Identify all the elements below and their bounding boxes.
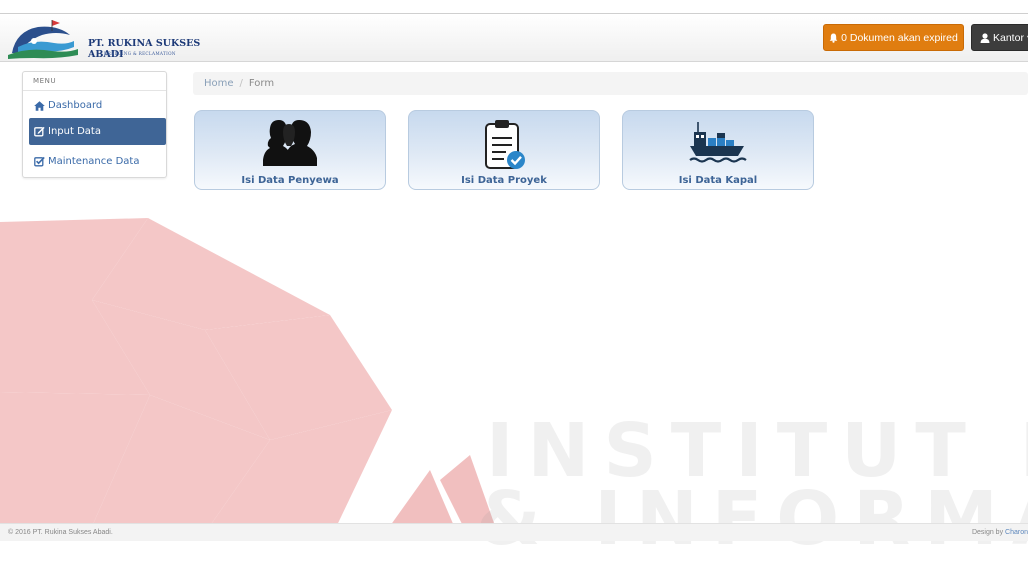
sidebar-item-label: Dashboard — [48, 100, 103, 111]
tile-isi-data-kapal[interactable]: Isi Data Kapal — [622, 110, 814, 190]
sidebar-item-label: Input Data — [48, 126, 101, 137]
top-navbar: PT. RUKINA SUKSES ABADI DREDGING & RECLA… — [0, 13, 1028, 62]
clipboard-check-icon — [485, 120, 525, 169]
footer: © 2016 PT. Rukina Sukses Abadi. Design b… — [0, 523, 1028, 541]
menu-title: MENU — [33, 77, 57, 85]
breadcrumb: Home / Form — [193, 72, 1028, 95]
breadcrumb-current: Form — [248, 78, 275, 89]
sidebar-item-input-data[interactable]: Input Data — [29, 118, 166, 145]
watermark-text-line2: & INFORMATIKA — [476, 476, 1028, 562]
sidebar-menu: MENU Dashboard Input Data Maintenance Da… — [22, 71, 167, 178]
breadcrumb-separator: / — [239, 78, 243, 89]
brand-name: PT. RUKINA SUKSES ABADI — [88, 38, 201, 60]
tile-isi-data-proyek[interactable]: Isi Data Proyek — [408, 110, 600, 190]
expired-documents-label: 0 Dokumen akan expired — [841, 31, 958, 44]
users-icon — [263, 120, 317, 166]
sidebar-item-maintenance-data[interactable]: Maintenance Data — [29, 148, 166, 175]
brand-tagline: DREDGING & RECLAMATION — [104, 51, 176, 56]
cargo-ship-icon — [689, 122, 747, 163]
tile-isi-data-penyewa[interactable]: Isi Data Penyewa — [194, 110, 386, 190]
home-icon — [34, 100, 45, 111]
company-logo-icon — [8, 20, 78, 59]
tile-label: Isi Data Proyek — [461, 175, 547, 186]
tile-label: Isi Data Penyewa — [241, 175, 339, 186]
bell-icon — [829, 33, 838, 43]
check-square-icon — [34, 156, 45, 167]
footer-copyright: © 2016 PT. Rukina Sukses Abadi. — [8, 529, 113, 536]
edit-check-icon — [34, 126, 45, 137]
footer-credit-prefix: Design by — [971, 529, 1004, 536]
sidebar-item-dashboard[interactable]: Dashboard — [29, 92, 166, 119]
sidebar-item-label: Maintenance Data — [48, 156, 140, 167]
menu-divider — [23, 90, 166, 91]
expired-documents-button[interactable]: 0 Dokumen akan expired — [823, 24, 964, 51]
user-menu-label: Kantor — [993, 31, 1024, 44]
tile-label: Isi Data Kapal — [678, 175, 758, 186]
footer-credit-link[interactable]: Charon — [1005, 529, 1028, 536]
breadcrumb-home-link[interactable]: Home — [204, 78, 234, 89]
brand[interactable]: PT. RUKINA SUKSES ABADI DREDGING & RECLA… — [8, 17, 208, 60]
footer-credit: Design by Charon — [972, 529, 1028, 536]
user-menu-button[interactable]: Kantor ▾ — [971, 24, 1028, 51]
user-icon — [980, 32, 990, 43]
